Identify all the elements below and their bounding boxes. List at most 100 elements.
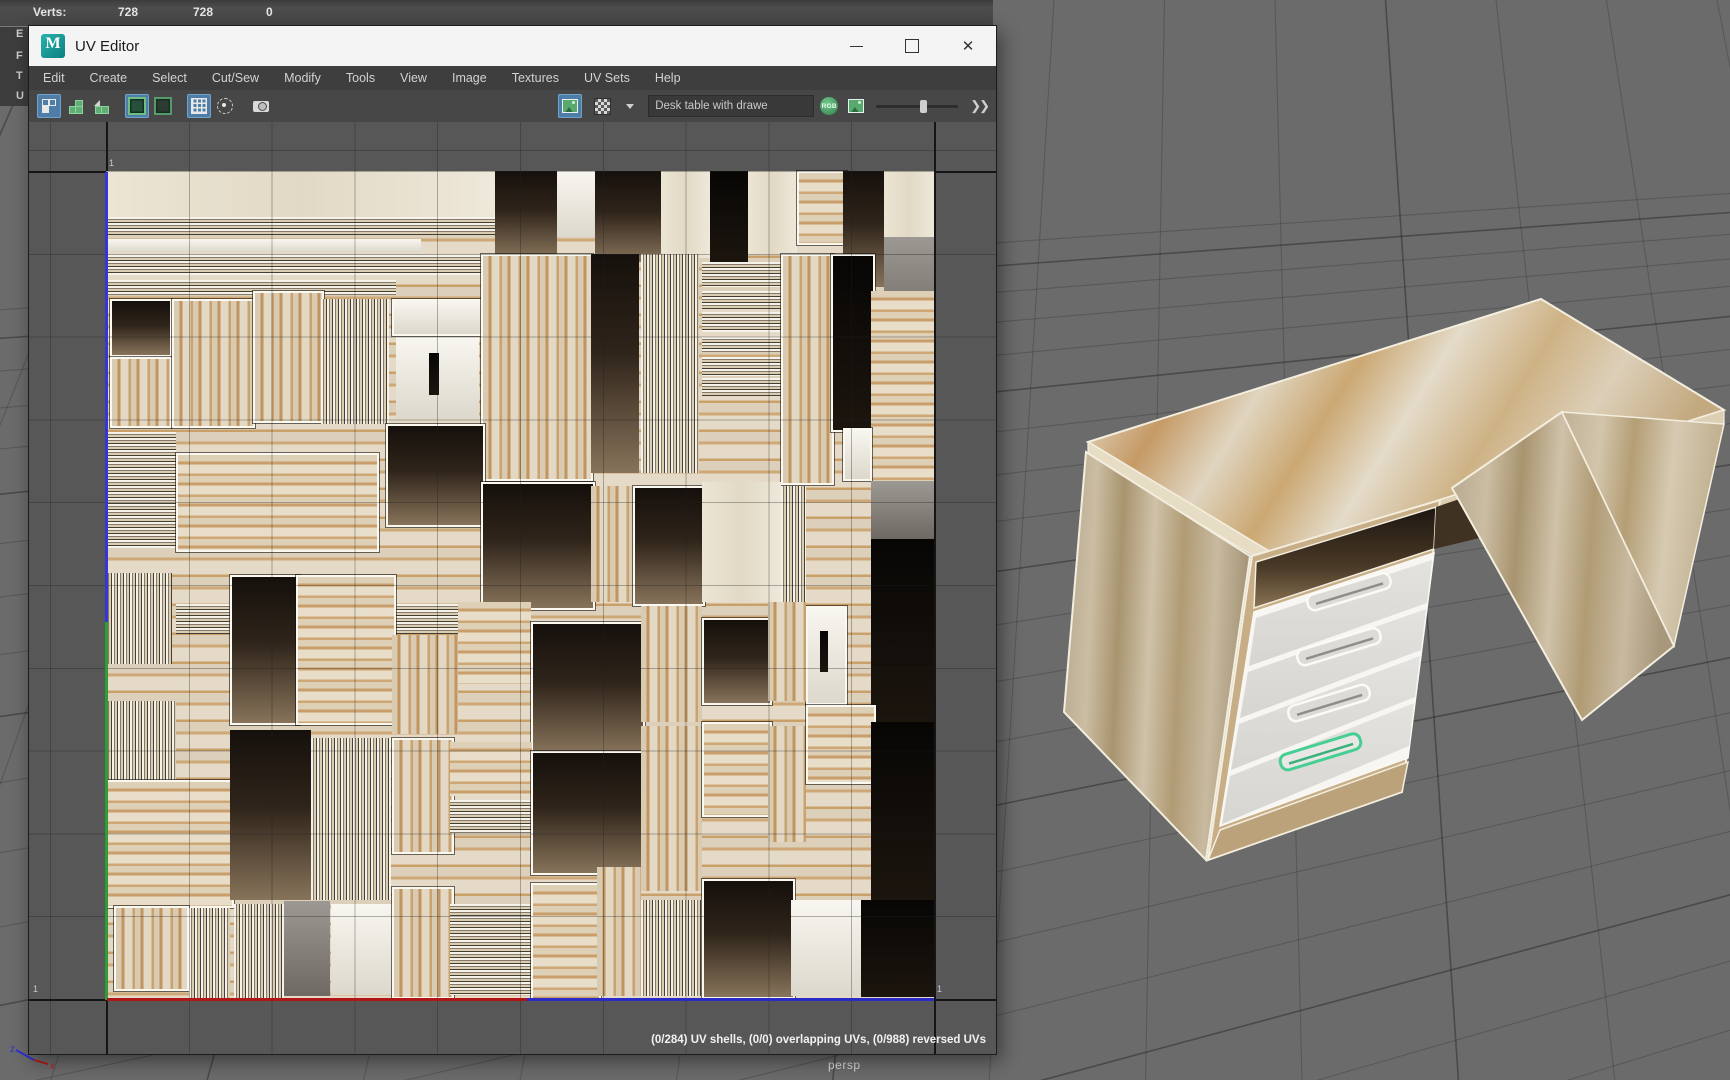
uv-editor-menubar: Edit Create Select Cut/Sew Modify Tools View Im… (29, 66, 996, 90)
uv-shell-block (530, 622, 645, 755)
shade-uvs-icon[interactable] (213, 94, 237, 118)
menu-image[interactable]: Image (452, 71, 487, 85)
uv-shell-block (391, 299, 483, 337)
uv-shell-block (702, 721, 773, 817)
uv-shell-block (457, 601, 531, 685)
hud-verts-value-2: 728 (193, 5, 214, 19)
uv-shell-block (557, 171, 595, 238)
uv-shell-block (428, 353, 439, 395)
layout-shells-icon[interactable] (63, 94, 87, 118)
display-image-icon[interactable] (125, 94, 149, 118)
axis-z-label: z (10, 1044, 15, 1055)
uv-shell-block (106, 431, 177, 548)
uv-shell-block (702, 311, 781, 332)
uv-shell-block (805, 705, 876, 784)
uv-editor-window: UV Editor ✕ Edit Create Select Cut/Sew Modif… (28, 25, 997, 1055)
uv-shell-block (106, 572, 173, 664)
maximize-button[interactable] (884, 26, 940, 66)
grid-label-1-bottom-right: 1 (937, 984, 943, 994)
uv-border-blue-bottom (527, 998, 934, 1001)
uv-border-blue-left (105, 172, 108, 622)
uv-texture-layout[interactable] (106, 171, 934, 1000)
menu-help[interactable]: Help (655, 71, 681, 85)
minimize-button[interactable] (828, 26, 884, 66)
menu-edit[interactable]: Edit (43, 71, 65, 85)
menu-modify[interactable]: Modify (284, 71, 321, 85)
menu-select[interactable]: Select (152, 71, 187, 85)
uv-shell-block (110, 299, 173, 358)
checkerboard-icon[interactable] (590, 94, 614, 118)
hud-poly-count-labels: E F T U (0, 26, 28, 106)
hud-edges-label: E (16, 28, 24, 40)
uv-shell-block (871, 480, 934, 539)
uv-shell-block (871, 721, 934, 900)
uv-shell-block (449, 800, 533, 834)
uv-shell-block (702, 618, 773, 705)
menu-create[interactable]: Create (90, 71, 128, 85)
uv-shell-block (106, 700, 177, 780)
uv-shell-block (831, 253, 876, 432)
uv-shell-block (296, 575, 396, 725)
u-axis-red (107, 998, 527, 1001)
uv-shell-block (640, 605, 703, 722)
close-button[interactable]: ✕ (940, 26, 996, 66)
uv-shell-block (106, 280, 396, 296)
maya-logo-icon (41, 34, 65, 58)
orient-shells-icon[interactable] (89, 94, 113, 118)
uv-shell-block (780, 485, 806, 602)
uv-shell-block (106, 216, 496, 235)
uv-shell-block (114, 906, 189, 992)
texture-display-icon[interactable] (558, 94, 583, 118)
axis-x-label: x (50, 1061, 55, 1072)
uv-editor-toolbar: Desk table with drawe RGB ❯❯ (29, 90, 996, 122)
texture-name-field[interactable]: Desk table with drawe (648, 95, 815, 117)
uv-distortion-icon[interactable] (37, 94, 61, 118)
rgb-channels-icon[interactable]: RGB (820, 97, 839, 115)
uv-shell-block (106, 255, 496, 276)
image-ratio-icon[interactable] (151, 94, 175, 118)
uv-shell-block (640, 725, 703, 892)
camera-label: persp (828, 1058, 861, 1072)
uv-shell-block (385, 423, 486, 527)
grid-line-u1 (934, 122, 936, 1054)
uv-canvas[interactable]: 1 1 1 (0/284) UV shells, (0/0) overlappi… (29, 122, 996, 1054)
menu-view[interactable]: View (400, 71, 427, 85)
hud-verts-value-1: 728 (118, 5, 139, 19)
texture-dropdown-arrow-icon[interactable] (626, 103, 635, 109)
uv-shell-block (110, 357, 173, 428)
menu-textures[interactable]: Textures (512, 71, 559, 85)
uv-shell-block (481, 481, 596, 610)
menu-tools[interactable]: Tools (346, 71, 375, 85)
uv-shell-block (391, 738, 454, 854)
uv-shell-block (230, 729, 312, 900)
uv-shell-block (747, 171, 798, 254)
uv-shell-block (284, 901, 330, 996)
exposure-slider[interactable] (876, 99, 959, 113)
maya-application: persp z x Verts: 728 728 0 E F T U UV Ed… (0, 0, 1730, 1080)
uv-shell-block (861, 899, 934, 998)
menu-uv-sets[interactable]: UV Sets (584, 71, 630, 85)
uv-shell-block (234, 903, 284, 999)
uv-shell-block (871, 539, 934, 722)
uv-shell-block (702, 336, 781, 354)
uv-shell-block (311, 738, 391, 900)
pixel-snap-grid-icon[interactable] (187, 94, 211, 118)
uv-shell-block (884, 171, 934, 238)
uv-shell-block (449, 903, 531, 995)
image-exposure-icon[interactable] (844, 94, 868, 118)
uv-shell-block (768, 601, 806, 701)
uv-snapshot-icon[interactable] (249, 94, 273, 118)
uv-shell-block (530, 883, 601, 1000)
uv-shell-block (176, 452, 380, 552)
uv-shell-block (871, 291, 934, 482)
uv-shell-block (819, 630, 828, 672)
toolbar-overflow-chevrons-icon[interactable]: ❯❯ (970, 98, 990, 114)
menu-cut-sew[interactable]: Cut/Sew (212, 71, 259, 85)
uv-shell-block (797, 171, 847, 246)
uv-shell-block (702, 878, 795, 999)
uv-shell-block (597, 866, 641, 996)
uv-shell-block (702, 357, 781, 376)
uv-shell-block (702, 481, 781, 602)
uv-editor-titlebar[interactable]: UV Editor ✕ (29, 26, 996, 66)
slider-handle[interactable] (920, 99, 928, 113)
